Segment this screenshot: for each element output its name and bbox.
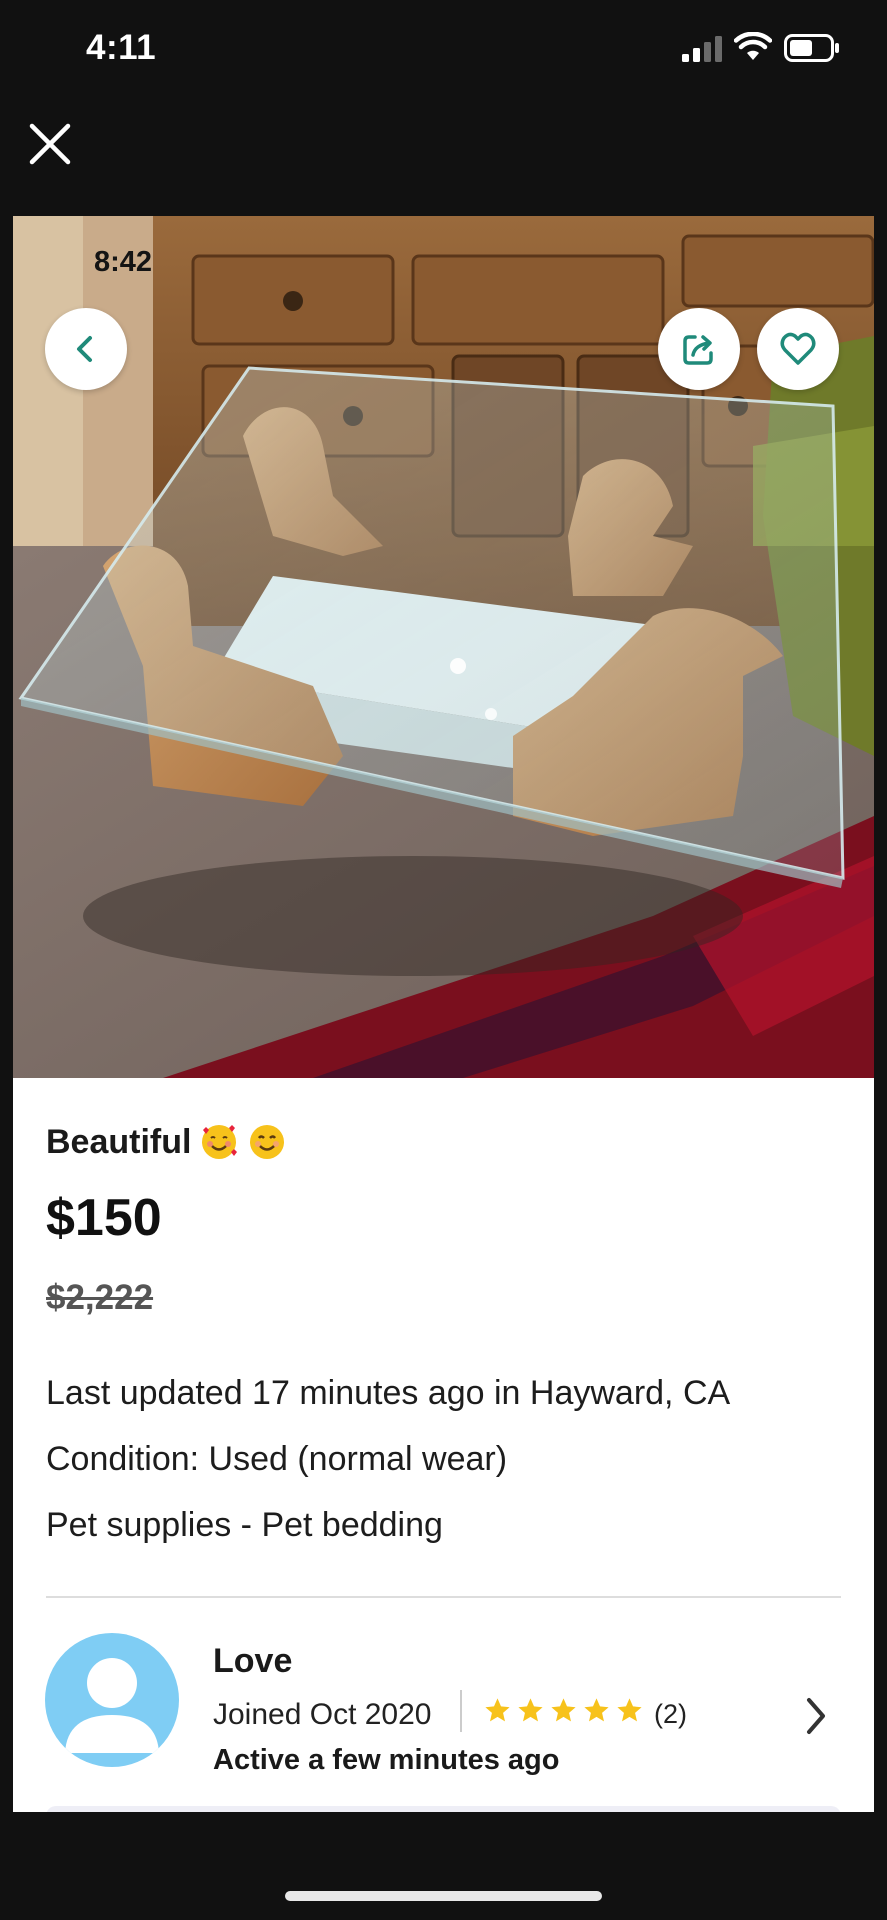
- listing-title-row: Beautiful: [46, 1122, 287, 1162]
- listing-card: 8:42 Beautiful $150 $2,222 Last updated …: [13, 216, 874, 1812]
- listing-price: $150: [46, 1189, 162, 1247]
- chevron-right-icon[interactable]: [801, 1694, 831, 1738]
- home-indicator[interactable]: [285, 1891, 602, 1901]
- favorite-button[interactable]: [757, 308, 839, 390]
- star-icon: [617, 1698, 642, 1722]
- close-button[interactable]: [26, 120, 74, 168]
- seller-joined: Joined Oct 2020: [213, 1698, 432, 1731]
- status-bar: 4:11: [0, 0, 887, 100]
- star-icon: [584, 1698, 609, 1722]
- user-silhouette-icon: [65, 1658, 159, 1753]
- star-icon: [518, 1698, 543, 1722]
- heart-icon: [780, 332, 816, 365]
- category-link[interactable]: Pet supplies - Pet bedding: [46, 1506, 443, 1545]
- rating-stars: [483, 1696, 644, 1725]
- star-icon: [485, 1698, 510, 1722]
- battery-icon: [784, 34, 839, 62]
- condition: Condition: Used (normal wear): [46, 1440, 508, 1478]
- rating-count: (2): [654, 1699, 687, 1729]
- avatar[interactable]: [45, 1633, 179, 1767]
- separator: [460, 1690, 462, 1732]
- status-time: 4:11: [86, 28, 157, 67]
- share-button[interactable]: [658, 308, 740, 390]
- seller-active-status: Active a few minutes ago: [213, 1744, 560, 1776]
- close-icon: [29, 123, 71, 165]
- signal-icon: [682, 36, 722, 62]
- wifi-icon: [734, 32, 772, 60]
- star-icon: [551, 1698, 576, 1722]
- share-icon: [683, 335, 713, 365]
- next-section-edge: [46, 1806, 841, 1812]
- inner-status-time: 8:42: [94, 246, 153, 278]
- listing-title: Beautiful: [46, 1122, 192, 1161]
- back-button[interactable]: [45, 308, 127, 390]
- chevron-left-icon: [77, 336, 92, 362]
- listing-photo[interactable]: 8:42: [13, 216, 874, 1078]
- divider: [46, 1596, 841, 1598]
- seller-name[interactable]: Love: [213, 1642, 292, 1681]
- last-updated: Last updated 17 minutes ago in Hayward, …: [46, 1374, 731, 1412]
- original-price: $2,222: [46, 1278, 154, 1317]
- listing-image: [13, 216, 874, 1078]
- smiling-face-emoji: [250, 1125, 285, 1159]
- smiling-face-with-hearts-emoji: [202, 1125, 238, 1159]
